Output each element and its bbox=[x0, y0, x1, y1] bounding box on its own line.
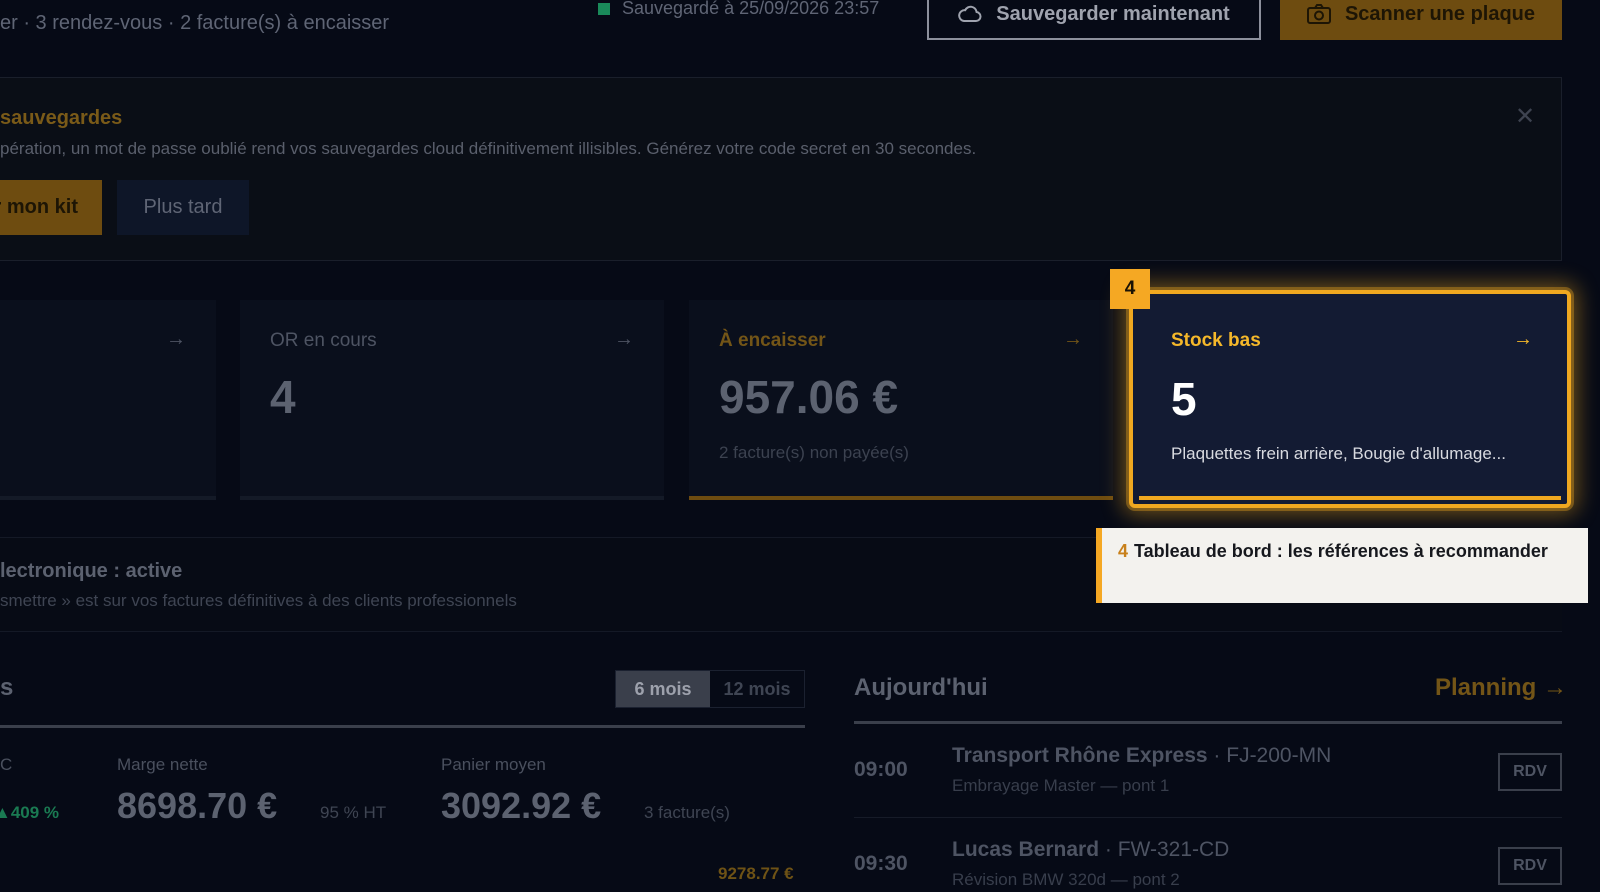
growth-badge: ▲409 % bbox=[0, 803, 60, 822]
stat-card-value: 957.06 € bbox=[719, 371, 899, 423]
save-now-label: Sauvegarder maintenant bbox=[996, 2, 1230, 25]
close-icon[interactable]: ✕ bbox=[1515, 102, 1535, 131]
einvoice-text: smettre » est sur vos factures définitiv… bbox=[0, 591, 517, 610]
finance-footer-value: 9278.77 € bbox=[718, 864, 794, 883]
stat-card-value: 4 bbox=[270, 371, 296, 423]
camera-icon bbox=[1306, 4, 1331, 24]
banner-title: sauvegardes bbox=[0, 107, 123, 129]
stat-card-label: Stock bas bbox=[1171, 330, 1261, 351]
arrow-right-icon: → bbox=[166, 328, 186, 350]
finance-divider bbox=[0, 725, 805, 728]
stat-card-sub: 2 facture(s) non payée(s) bbox=[719, 443, 909, 462]
arrow-right-icon: → bbox=[1063, 328, 1083, 350]
cloud-icon bbox=[958, 5, 982, 22]
appointment-time: 09:00 bbox=[854, 758, 908, 781]
stat-card-to-collect[interactable]: À encaisser → 957.06 € 2 facture(s) non … bbox=[689, 300, 1113, 500]
banner-text: pération, un mot de passe oublié rend vo… bbox=[0, 139, 977, 158]
arrow-right-icon: → bbox=[614, 328, 634, 350]
generate-kit-button[interactable]: r mon kit bbox=[0, 180, 102, 235]
tour-tooltip-text: Tableau de bord : les références à recom… bbox=[1134, 541, 1548, 561]
page-subtitle: er · 3 rendez-vous · 2 facture(s) à enca… bbox=[0, 12, 390, 34]
einvoice-title: lectronique : active bbox=[0, 560, 183, 582]
stat-card-label: À encaisser bbox=[719, 330, 826, 351]
appointment-desc: Embrayage Master — pont 1 bbox=[952, 776, 1170, 795]
later-button[interactable]: Plus tard bbox=[117, 180, 249, 235]
appointment-tag: RDV bbox=[1498, 753, 1562, 791]
stat-card-work-orders[interactable]: OR en cours → 4 bbox=[240, 300, 664, 500]
basket-note: 3 facture(s) bbox=[644, 803, 730, 822]
period-option-12-months[interactable]: 12 mois bbox=[710, 671, 804, 707]
appointment-row[interactable]: 09:00 Transport Rhône Express · FJ-200-M… bbox=[854, 724, 1562, 818]
card-bar bbox=[0, 496, 216, 500]
client-name: Transport Rhône Express bbox=[952, 744, 1208, 767]
appointment-desc: Révision BMW 320d — pont 2 bbox=[952, 870, 1180, 889]
margin-value: 8698.70 € bbox=[117, 785, 278, 826]
appointment-tag: RDV bbox=[1498, 847, 1562, 885]
scan-plate-label: Scanner une plaque bbox=[1344, 2, 1536, 25]
save-status-text: Sauvegardé à 25/09/2026 23:57 bbox=[622, 0, 880, 18]
save-now-button[interactable]: Sauvegarder maintenant bbox=[927, 0, 1261, 40]
stat-card-sub: Plaquettes frein arrière, Bougie d'allum… bbox=[1171, 444, 1506, 463]
revenue-label: C bbox=[0, 755, 13, 774]
margin-label: Marge nette bbox=[117, 755, 208, 774]
stat-card-low-stock[interactable]: Stock bas → 5 Plaquettes frein arrière, … bbox=[1129, 290, 1571, 508]
tour-tooltip-step: 4 bbox=[1118, 541, 1129, 561]
card-bar bbox=[240, 496, 664, 500]
arrow-right-icon: → bbox=[1513, 328, 1533, 350]
scan-plate-button[interactable]: Scanner une plaque bbox=[1280, 0, 1562, 40]
basket-value: 3092.92 € bbox=[441, 785, 602, 826]
period-toggle: 6 mois 12 mois bbox=[615, 670, 805, 708]
stat-card-1[interactable]: → bbox=[0, 300, 216, 500]
appointment-client: Transport Rhône Express · FJ-200-MN bbox=[952, 744, 1331, 768]
stat-card-value: 5 bbox=[1171, 373, 1197, 425]
tour-step-badge: 4 bbox=[1110, 269, 1150, 309]
appointment-time: 09:30 bbox=[854, 852, 908, 875]
appointment-client: Lucas Bernard · FW-321-CD bbox=[952, 838, 1229, 862]
status-dot-icon bbox=[598, 2, 610, 15]
save-status: Sauvegardé à 25/09/2026 23:57 bbox=[598, 0, 879, 19]
planning-link[interactable]: Planning → bbox=[1435, 674, 1567, 702]
card-bar bbox=[1139, 496, 1561, 500]
finance-title: s bbox=[0, 674, 14, 701]
client-plate: · FJ-200-MN bbox=[1207, 744, 1332, 767]
tour-tooltip: 4 Tableau de bord : les références à reco… bbox=[1096, 528, 1588, 603]
client-plate: · FW-321-CD bbox=[1099, 838, 1230, 861]
card-bar bbox=[689, 496, 1113, 500]
appointment-row[interactable]: 09:30 Lucas Bernard · FW-321-CD Révision… bbox=[854, 818, 1562, 892]
stat-card-label: OR en cours bbox=[270, 330, 377, 351]
client-name: Lucas Bernard bbox=[952, 838, 1100, 861]
today-title: Aujourd'hui bbox=[854, 674, 988, 701]
basket-label: Panier moyen bbox=[441, 755, 546, 774]
margin-note: 95 % HT bbox=[320, 803, 387, 822]
period-option-6-months[interactable]: 6 mois bbox=[616, 671, 710, 707]
